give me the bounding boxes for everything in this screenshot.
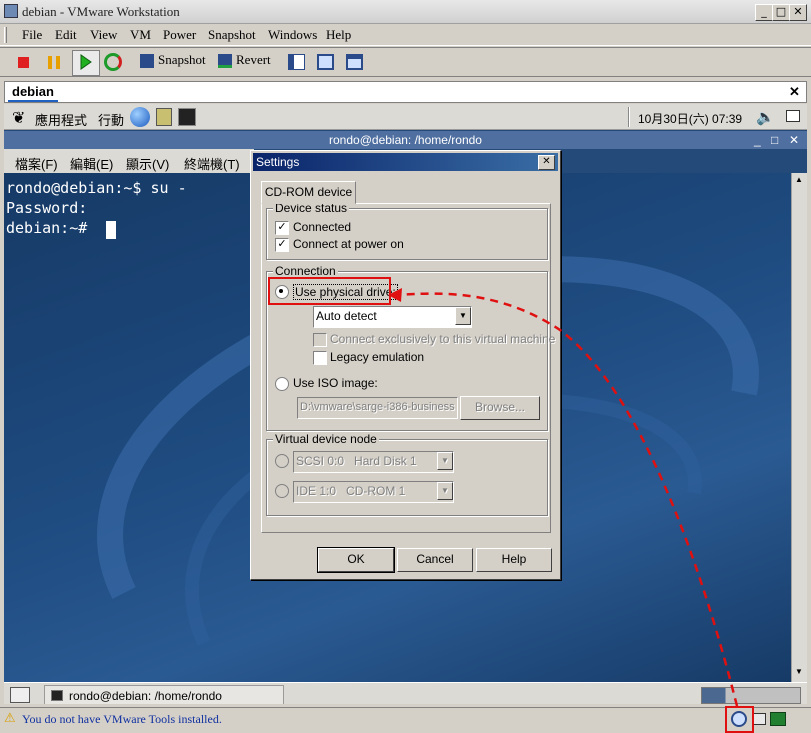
- annotation-dashed-arrow: [388, 288, 739, 707]
